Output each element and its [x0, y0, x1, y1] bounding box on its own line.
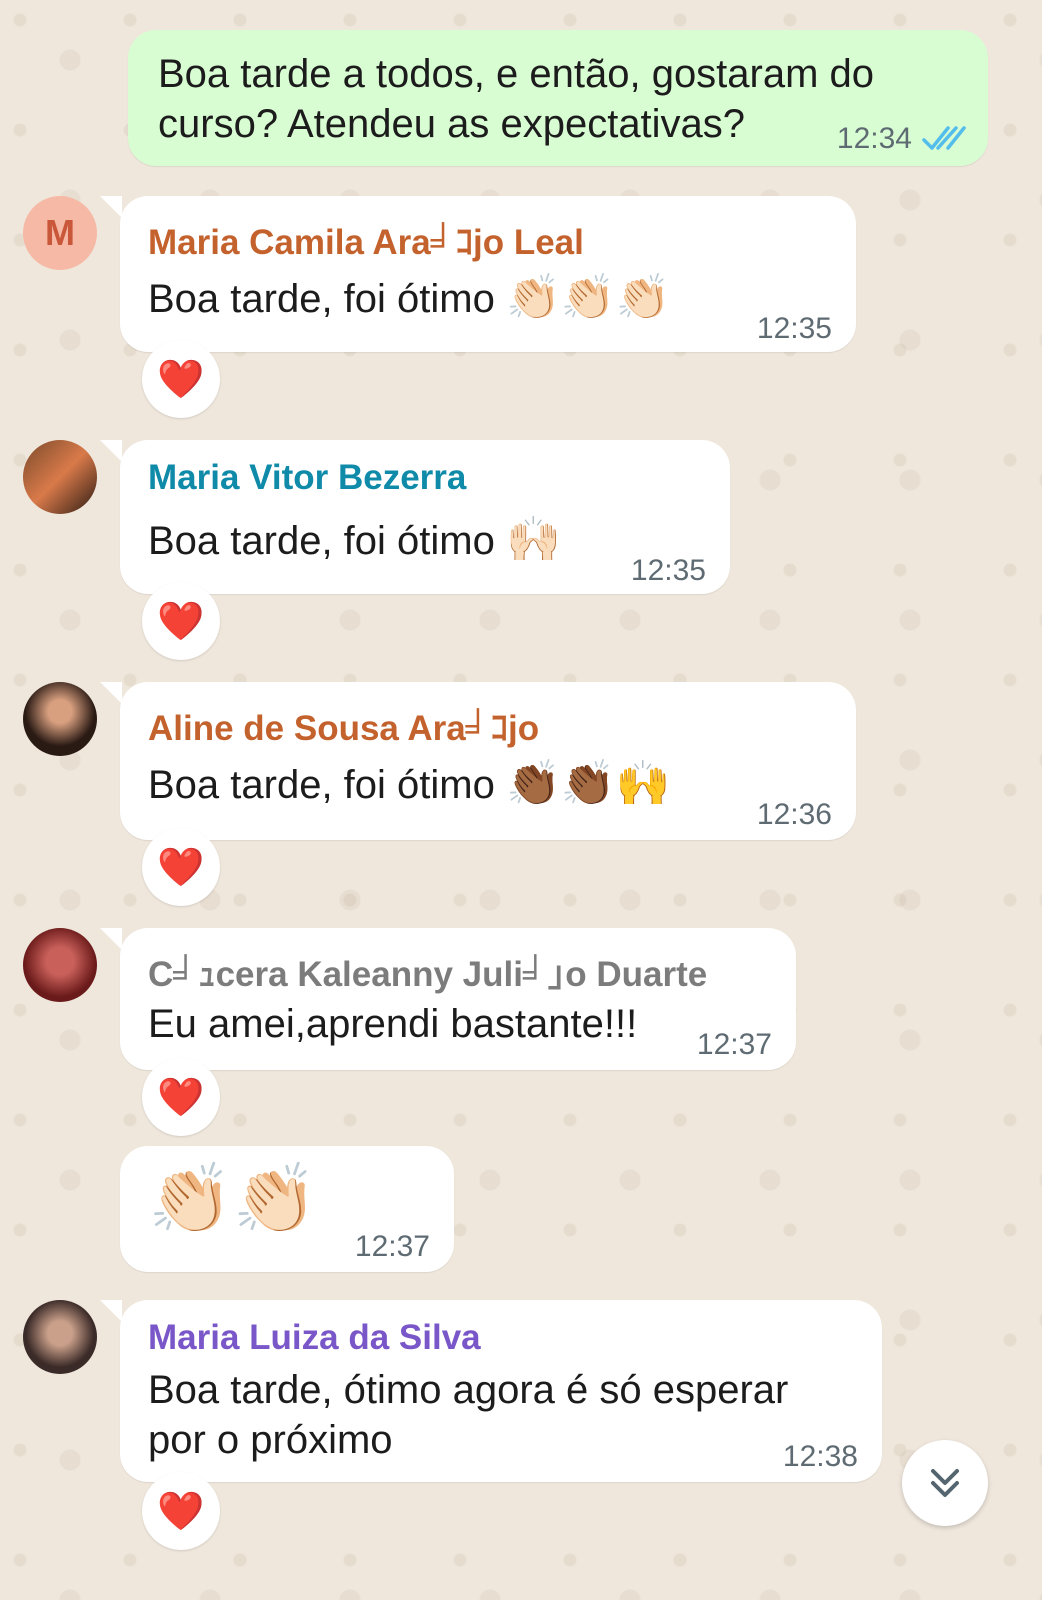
message-text: Eu amei,aprendi bastante!!! [148, 1002, 638, 1046]
heart-icon: ❤️ [157, 356, 205, 401]
bubble-tail [100, 1300, 122, 1322]
message-time: 12:37 [696, 1028, 772, 1061]
message-text-line2: curso? Atendeu as expectativas? [158, 102, 746, 146]
sender-name[interactable]: Maria Vitor Bezerra [148, 458, 466, 498]
message-text: Boa tarde, foi ótimo 🙌🏻 [148, 514, 561, 567]
clapping-hands-emoji: 👏🏻👏🏻👏🏻 [505, 272, 671, 323]
scroll-to-bottom-button[interactable] [902, 1440, 988, 1526]
sender-name[interactable]: Maria Camila Ara╛ｺjo Leal [148, 214, 584, 265]
heart-reaction[interactable]: ❤️ [142, 582, 220, 660]
avatar[interactable] [23, 1300, 97, 1374]
message-text-line2: por o próximo [148, 1418, 393, 1462]
message-body: Boa tarde, foi ótimo [148, 519, 495, 563]
avatar[interactable]: M [23, 196, 97, 270]
message-time: 12:37 [354, 1230, 430, 1263]
message-body: Boa tarde, foi ótimo [148, 763, 495, 807]
message-text-line1: Boa tarde a todos, e então, gostaram do [158, 52, 875, 96]
message-time: 12:35 [756, 312, 832, 345]
bubble-tail [100, 928, 122, 950]
avatar[interactable] [23, 682, 97, 756]
message-time: 12:34 [836, 122, 912, 155]
sender-name[interactable]: Aline de Sousa Ara╛ｺjo [148, 700, 539, 751]
message-body: Boa tarde, foi ótimo [148, 277, 495, 321]
message-text: Boa tarde, foi ótimo 👏🏾👏🏾🙌 [148, 758, 670, 811]
heart-icon: ❤️ [157, 1488, 205, 1533]
sender-name[interactable]: C╛ｭcera Kaleanny Juli╛｣o Duarte [148, 946, 707, 997]
double-check-icon [922, 126, 966, 150]
message-time: 12:38 [782, 1440, 858, 1473]
raising-hands-emoji: 🙌🏻 [505, 514, 561, 565]
message-time: 12:35 [630, 554, 706, 587]
sender-name[interactable]: Maria Luiza da Silva [148, 1318, 481, 1358]
message-time: 12:36 [756, 798, 832, 831]
heart-reaction[interactable]: ❤️ [142, 1472, 220, 1550]
heart-reaction[interactable]: ❤️ [142, 1058, 220, 1136]
incoming-message[interactable]: C╛ｭcera Kaleanny Juli╛｣o Duarte Eu amei,… [120, 928, 796, 1070]
avatar[interactable] [23, 928, 97, 1002]
heart-reaction[interactable]: ❤️ [142, 828, 220, 906]
message-text-line1: Boa tarde, ótimo agora é só esperar [148, 1368, 789, 1412]
incoming-message[interactable]: Maria Vitor Bezerra Boa tarde, foi ótimo… [120, 440, 730, 594]
outgoing-message[interactable]: Boa tarde a todos, e então, gostaram do … [128, 30, 988, 166]
heart-icon: ❤️ [157, 844, 205, 889]
incoming-message[interactable]: 👏🏻👏🏻 12:37 [120, 1146, 454, 1272]
incoming-message[interactable]: Maria Camila Ara╛ｺjo Leal Boa tarde, foi… [120, 196, 856, 352]
bubble-tail [100, 196, 122, 218]
clapping-hands-emoji: 👏🏾👏🏾🙌 [505, 758, 671, 809]
message-text: Boa tarde, foi ótimo 👏🏻👏🏻👏🏻 [148, 272, 670, 325]
heart-icon: ❤️ [157, 598, 205, 643]
bubble-tail [100, 440, 122, 462]
heart-reaction[interactable]: ❤️ [142, 340, 220, 418]
chevron-double-down-icon [931, 1469, 959, 1497]
heart-icon: ❤️ [157, 1074, 205, 1119]
avatar[interactable] [23, 440, 97, 514]
incoming-message[interactable]: Maria Luiza da Silva Boa tarde, ótimo ag… [120, 1300, 882, 1482]
clapping-hands-emoji: 👏🏻👏🏻 [148, 1160, 318, 1239]
incoming-message[interactable]: Aline de Sousa Ara╛ｺjo Boa tarde, foi ót… [120, 682, 856, 840]
bubble-tail [100, 682, 122, 704]
